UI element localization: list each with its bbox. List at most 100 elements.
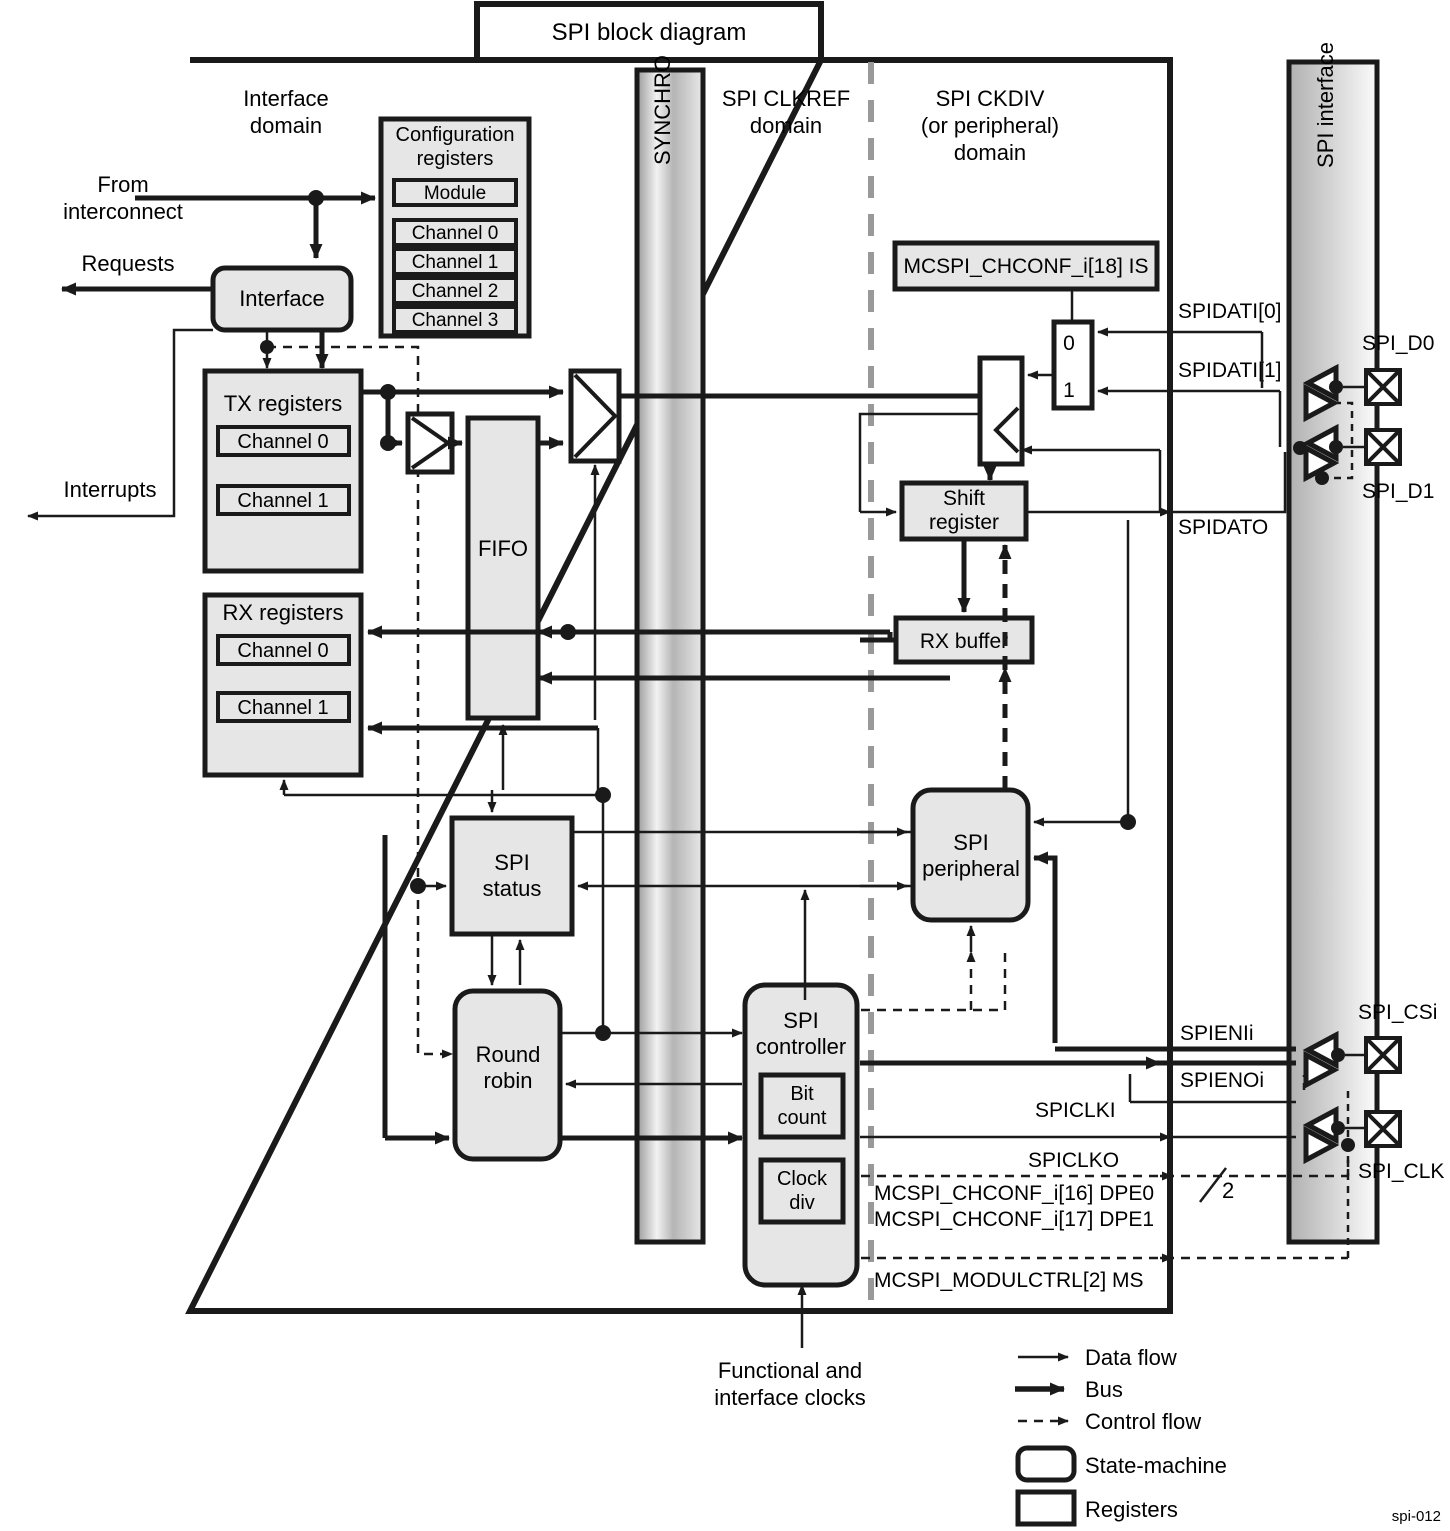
tx-registers-title: TX registers — [224, 391, 343, 416]
tx-reg-ch0-label: Channel 0 — [237, 431, 328, 453]
rx-registers-block[interactable]: RX registers Channel 0 Channel 1 — [202, 592, 364, 778]
clkref-domain-line2: domain — [750, 113, 822, 138]
interrupts-port: Interrupts — [27, 328, 213, 521]
spi-d1-label: SPI_D1 — [1362, 480, 1434, 503]
config-reg-ch3-label: Channel 3 — [412, 310, 499, 331]
pad-clk: SPI_CLK — [1358, 1110, 1444, 1183]
round-robin-line2: robin — [484, 1068, 533, 1093]
rx-buffer-block[interactable]: RX buffer — [893, 615, 1035, 665]
tx-mux-small — [405, 411, 455, 475]
shift-register-line2: register — [929, 511, 999, 534]
ckdiv-domain-line3: domain — [954, 140, 1026, 165]
config-registers-title-line2: registers — [417, 148, 494, 170]
rx-reg-ch0-label: Channel 0 — [237, 640, 328, 662]
spienoi-label: SPIENOi — [1180, 1069, 1264, 1092]
from-interconnect-line1: From — [97, 172, 148, 197]
spi-controller-line2: controller — [756, 1034, 846, 1059]
legend-control-flow-label: Control flow — [1085, 1409, 1201, 1434]
spi-peripheral-line2: peripheral — [922, 856, 1020, 881]
spi-controller-block[interactable]: SPI controller Bit count Clock div — [742, 982, 860, 1288]
round-robin-block[interactable]: Round robin — [452, 988, 563, 1162]
requests-port: Requests — [61, 251, 215, 296]
clocks-line1: Functional and — [718, 1358, 862, 1383]
modulctrl-ms-label: MCSPI_MODULCTRL[2] MS — [874, 1269, 1144, 1292]
figure-caption-id: spi-012 — [1392, 1508, 1441, 1525]
interface-block[interactable]: Interface — [210, 265, 354, 333]
spi-controller-line1: SPI — [783, 1008, 818, 1033]
clkref-domain-label: SPI CLKREF domain — [722, 86, 850, 138]
interface-domain-line2: domain — [250, 113, 322, 138]
legend-registers-icon — [1015, 1489, 1077, 1527]
synchro-label: SYNCHRO — [650, 55, 675, 165]
spiclko-label: SPICLKO — [1028, 1149, 1119, 1172]
synchro-column: SYNCHRO — [634, 55, 706, 1245]
shift-register-block[interactable]: Shift register — [899, 480, 1029, 542]
spi-peripheral-line1: SPI — [953, 830, 988, 855]
chconf-is-label: MCSPI_CHCONF_i[18] IS — [903, 255, 1148, 278]
rx-data-wires — [279, 624, 950, 803]
spi-block-diagram-figure: SPI block diagram SYNCHRO SPI interface … — [0, 0, 1450, 1531]
shift-register-line1: Shift — [943, 487, 985, 510]
figure-title-box: SPI block diagram — [474, 1, 824, 63]
clock-div-line2: div — [789, 1192, 815, 1214]
config-reg-module-label: Module — [424, 183, 486, 204]
ckdiv-internal-wires — [800, 370, 1136, 1043]
ckdiv-domain-line1: SPI CKDIV — [936, 86, 1045, 111]
legend-state-machine-icon — [1015, 1445, 1077, 1483]
mux-option-0: 0 — [1063, 332, 1075, 355]
pad-d0: SPI_D0 — [1362, 332, 1434, 406]
from-interconnect-port: From interconnect — [63, 172, 376, 224]
interrupts-label: Interrupts — [64, 477, 157, 502]
spi-clk-label: SPI_CLK — [1358, 1160, 1444, 1183]
spi-status-block[interactable]: SPI status — [449, 815, 575, 937]
rx-buffer-label: RX buffer — [920, 630, 1008, 653]
spidati1-label: SPIDATI[1] — [1178, 359, 1281, 382]
spi-status-line1: SPI — [494, 850, 529, 875]
ckdiv-domain-line2: (or peripheral) — [921, 113, 1059, 138]
clocks-line2: interface clocks — [714, 1385, 866, 1410]
config-registers-title-line1: Configuration — [396, 124, 515, 146]
chconf-dpe0-label: MCSPI_CHCONF_i[16] DPE0 — [874, 1182, 1154, 1205]
spiclki-label: SPICLKI — [1035, 1099, 1116, 1122]
fifo-block[interactable]: FIFO — [465, 415, 541, 721]
config-registers-block[interactable]: Configuration registers Module Channel 0… — [378, 116, 532, 339]
bit-count-line2: count — [778, 1107, 827, 1129]
enable-clock-wires — [860, 1046, 1296, 1142]
spi-interface-label: SPI interface — [1313, 42, 1338, 168]
interface-domain-line1: Interface — [243, 86, 329, 111]
spi-peripheral-block[interactable]: SPI peripheral — [910, 787, 1031, 923]
clocks-port: Functional and interface clocks — [714, 1284, 866, 1410]
requests-label: Requests — [82, 251, 175, 276]
spi-csi-label: SPI_CSi — [1358, 1001, 1437, 1024]
tx-reg-ch1-label: Channel 1 — [237, 490, 328, 512]
config-reg-ch0-label: Channel 0 — [412, 223, 499, 244]
from-interconnect-line2: interconnect — [63, 199, 183, 224]
interface-domain-label: Interface domain — [243, 86, 329, 138]
spi-status-line2: status — [483, 876, 542, 901]
ckdiv-domain-label: SPI CKDIV (or peripheral) domain — [921, 86, 1059, 165]
bit-count-line1: Bit — [790, 1083, 814, 1105]
tx-registers-block[interactable]: TX registers Channel 0 Channel 1 — [202, 368, 364, 574]
spi-d0-label: SPI_D0 — [1362, 332, 1434, 355]
chconf-is-register[interactable]: MCSPI_CHCONF_i[18] IS — [892, 240, 1160, 322]
legend-bus-label: Bus — [1085, 1377, 1123, 1402]
pad-csi: SPI_CSi — [1358, 1001, 1437, 1074]
round-robin-line1: Round — [476, 1042, 541, 1067]
fifo-label: FIFO — [478, 536, 528, 561]
rx-registers-title: RX registers — [222, 600, 343, 625]
signal-labels: SPIDATI[0] SPIDATI[1] SPIDATO SPIENIi SP… — [1028, 300, 1281, 1203]
junction-dot — [308, 190, 324, 206]
rx-reg-ch1-label: Channel 1 — [237, 697, 328, 719]
chconf-dpe1-label: MCSPI_CHCONF_i[17] DPE1 — [874, 1208, 1154, 1231]
tx-mux-large — [568, 368, 622, 464]
legend-state-machine-label: State-machine — [1085, 1453, 1227, 1478]
input-buffer-mux — [977, 355, 1025, 467]
clock-div-line1: Clock — [777, 1168, 828, 1190]
clkref-domain-line1: SPI CLKREF — [722, 86, 850, 111]
spidato-label: SPIDATO — [1178, 516, 1268, 539]
spidati0-label: SPIDATI[0] — [1178, 300, 1281, 323]
legend-data-flow-label: Data flow — [1085, 1345, 1177, 1370]
legend: Data flow Bus Control flow State-machine… — [1015, 1345, 1227, 1527]
config-reg-ch2-label: Channel 2 — [412, 281, 499, 302]
config-reg-ch1-label: Channel 1 — [412, 252, 499, 273]
